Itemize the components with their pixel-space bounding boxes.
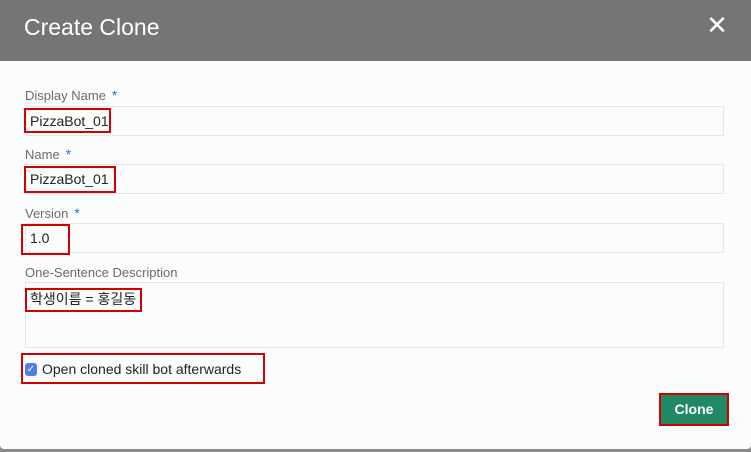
dialog-title: Create Clone: [24, 14, 160, 40]
version-input[interactable]: [25, 223, 724, 253]
checkbox-checked-icon[interactable]: ✓: [25, 362, 37, 376]
name-input[interactable]: [25, 164, 724, 194]
display-name-input[interactable]: [25, 106, 724, 136]
open-cloned-label: Open cloned skill bot afterwards: [42, 361, 242, 377]
version-label: Version *: [25, 205, 80, 221]
display-name-label: Display Name *: [25, 87, 118, 103]
open-cloned-checkbox-row[interactable]: ✓ Open cloned skill bot afterwards: [25, 361, 241, 377]
description-label: One-Sentence Description: [25, 265, 178, 280]
create-clone-dialog: Create Clone ✕ Display Name* Name* Versi…: [0, 0, 751, 449]
description-textarea[interactable]: 학생이름 = 홍길동: [25, 282, 724, 348]
name-label: Name *: [25, 146, 72, 162]
dialog-header: Create Clone ✕: [0, 0, 751, 61]
close-icon[interactable]: ✕: [704, 12, 730, 38]
clone-button[interactable]: Clone: [661, 394, 727, 424]
